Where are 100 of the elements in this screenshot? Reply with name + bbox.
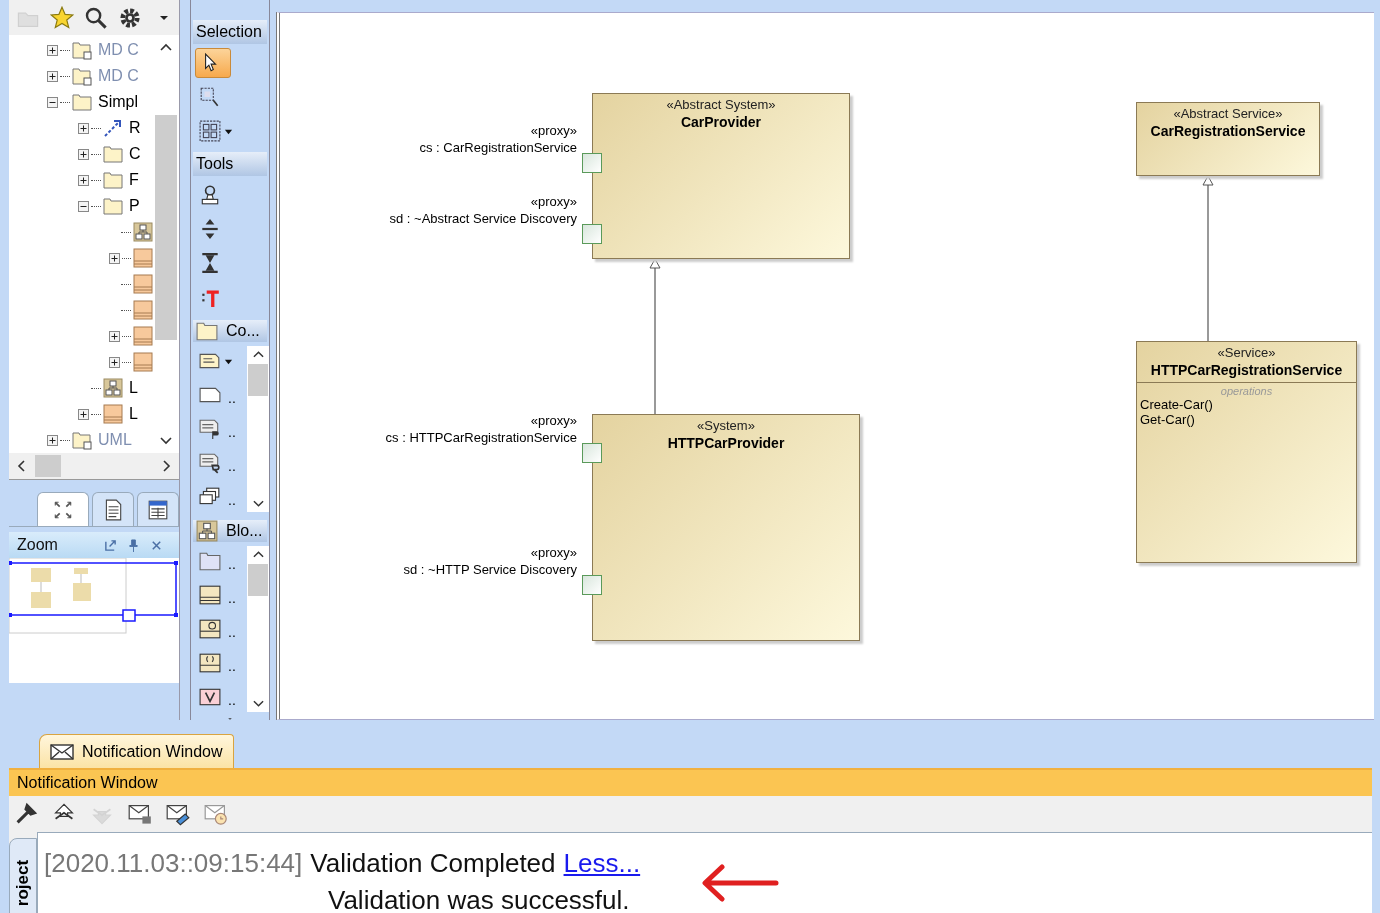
palette-group-button[interactable]: Co...: [193, 320, 267, 342]
package-icon: [72, 66, 92, 87]
settings-icon: [118, 5, 142, 30]
scroll-thumb[interactable]: [155, 115, 177, 341]
scroll-thumb[interactable]: [248, 364, 268, 396]
diagram-icon: [103, 378, 123, 399]
port[interactable]: [582, 443, 602, 463]
constraint-block-icon: [199, 652, 221, 674]
star-icon: [50, 5, 74, 30]
block-node[interactable]: «System» HTTPCarProvider: [592, 414, 860, 641]
close-icon[interactable]: [150, 538, 163, 552]
scroll-up-icon[interactable]: [160, 43, 172, 52]
port[interactable]: [582, 575, 602, 595]
folder-icon: [72, 92, 92, 113]
operation-label: Get-Car(): [1140, 412, 1196, 427]
block-name: HTTPCarProvider: [667, 435, 785, 451]
block-name: CarProvider: [680, 114, 762, 130]
panel-tab[interactable]: [37, 492, 90, 526]
block-icon: [103, 404, 123, 425]
tree-item[interactable]: L: [78, 375, 153, 402]
expander-icon[interactable]: [47, 70, 58, 82]
port-label: sd : ~Abstract Service Discovery: [389, 211, 577, 226]
expander-icon[interactable]: [78, 200, 89, 212]
scrollbar[interactable]: [9, 453, 179, 480]
expander-icon[interactable]: [109, 356, 120, 368]
envelope-icon: [50, 743, 74, 760]
panel-tab[interactable]: [137, 492, 179, 526]
block-node[interactable]: «Abstract System» CarProvider: [592, 93, 850, 259]
port-label: sd : ~HTTP Service Discovery: [403, 562, 577, 577]
stereotype-label: «proxy»: [530, 123, 577, 138]
expander-icon[interactable]: [47, 434, 58, 446]
generalization-arrow[interactable]: [649, 258, 661, 415]
split-icon: [199, 218, 221, 240]
block-node[interactable]: «Abstract Service» CarRegistrationService: [1136, 102, 1320, 176]
marquee-select-icon: [199, 86, 221, 108]
palette-section-header[interactable]: Tools: [193, 152, 267, 176]
operation-label: Create-Car(): [1140, 397, 1214, 412]
expander-icon[interactable]: [47, 44, 58, 56]
tree-item[interactable]: C: [78, 141, 153, 168]
block-icon: [133, 248, 153, 269]
tree-item[interactable]: R: [78, 115, 153, 142]
folder-icon: [103, 196, 123, 217]
package-icon: [72, 430, 92, 451]
stamp-icon: [199, 184, 221, 206]
scroll-left-icon[interactable]: [17, 460, 25, 473]
undock-icon[interactable]: [104, 538, 117, 552]
scroll-down-icon[interactable]: [252, 700, 264, 708]
expander-icon[interactable]: [78, 148, 89, 160]
pointer-tool[interactable]: [195, 48, 231, 78]
merge-icon: [199, 252, 221, 274]
group-select-icon: [199, 120, 221, 142]
side-tab[interactable]: roject: [9, 838, 37, 913]
diagram-icon: [196, 520, 218, 542]
panel-tab[interactable]: [92, 492, 135, 526]
port-label: cs : CarRegistrationService: [419, 140, 577, 155]
message-detail: Validation was successful.: [328, 885, 631, 913]
stereotype-label: «Abstract Service»: [1173, 106, 1283, 121]
scroll-thumb[interactable]: [248, 564, 268, 596]
palette-section-header[interactable]: Selection: [193, 20, 267, 44]
tree-item[interactable]: Simpl: [47, 89, 153, 116]
expander-icon[interactable]: [78, 408, 89, 420]
expander-icon[interactable]: [109, 330, 120, 342]
generalization-arrow[interactable]: [1202, 175, 1214, 342]
less-link[interactable]: Less...: [563, 847, 641, 879]
palette-group-button[interactable]: Blo...: [193, 520, 267, 542]
expander-icon[interactable]: [78, 174, 89, 186]
scrollbar[interactable]: [247, 546, 269, 712]
tools-icon: [14, 802, 38, 826]
port[interactable]: [582, 224, 602, 244]
port[interactable]: [582, 153, 602, 173]
scrollbar[interactable]: [247, 346, 269, 512]
notification-tab[interactable]: Notification Window: [39, 734, 234, 768]
scroll-up-icon[interactable]: [252, 350, 264, 358]
message-text: Validation Completed: [310, 847, 556, 879]
mail-eraser-icon: [166, 802, 190, 826]
block-icon: [133, 274, 153, 295]
scroll-up-icon[interactable]: [252, 550, 264, 558]
expander-icon[interactable]: [109, 252, 120, 264]
block-name: CarRegistrationService: [1150, 123, 1306, 139]
block-icon: [199, 584, 221, 606]
scroll-down-icon[interactable]: [252, 500, 264, 508]
package-icon: [72, 40, 92, 61]
table-icon: [147, 498, 170, 521]
panel-title: Notification Window: [17, 774, 158, 792]
tree-item[interactable]: F: [78, 167, 153, 194]
port-label: cs : HTTPCarRegistrationService: [385, 430, 577, 445]
scroll-right-icon[interactable]: [163, 460, 171, 473]
tree-item[interactable]: L: [78, 401, 153, 428]
expander-icon[interactable]: [78, 122, 89, 134]
tree-item[interactable]: P: [78, 193, 153, 220]
block-icon: [133, 326, 153, 347]
scroll-down-icon[interactable]: [160, 437, 172, 446]
relation-icon: [103, 118, 123, 139]
scroll-thumb[interactable]: [35, 455, 61, 478]
document-r-icon: [199, 452, 221, 474]
timestamp: [2020.11.03::09:15:44]: [44, 847, 303, 879]
stereotype-label: «System»: [697, 418, 755, 433]
expander-icon[interactable]: [47, 96, 58, 108]
block-node[interactable]: «Service» HTTPCarRegistrationService operations Create-Car() Get-Car(): [1136, 341, 1357, 563]
pin-icon[interactable]: [127, 538, 140, 552]
